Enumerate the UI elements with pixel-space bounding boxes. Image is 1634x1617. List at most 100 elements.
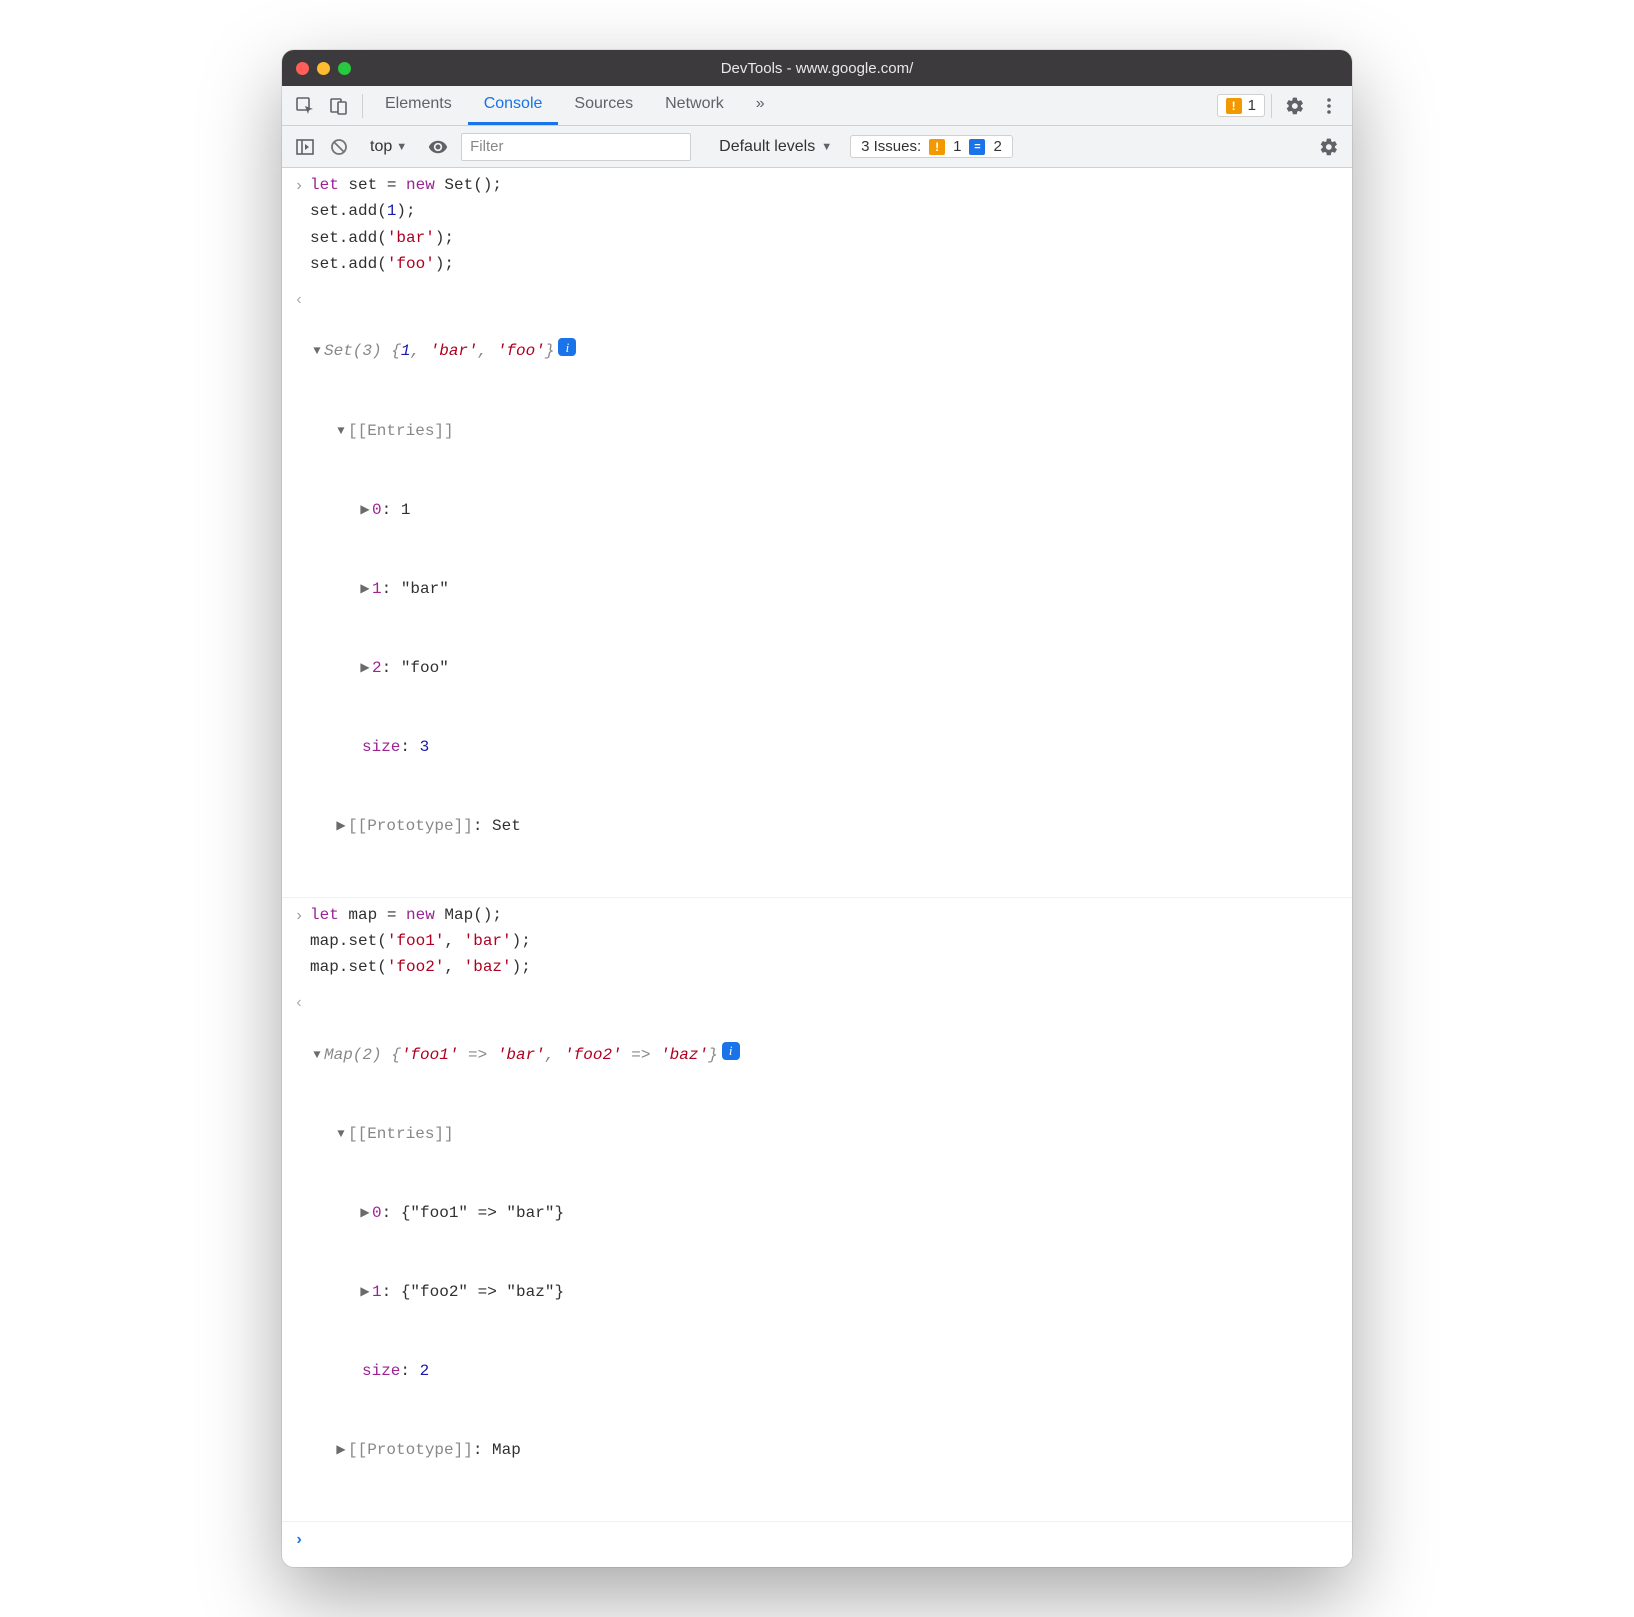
traffic-lights bbox=[296, 62, 351, 75]
entry-value: "bar" bbox=[401, 576, 449, 602]
inspect-element-icon[interactable] bbox=[288, 89, 322, 123]
entry-key: 1 bbox=[372, 576, 382, 602]
expand-toggle-icon[interactable] bbox=[358, 655, 372, 679]
separator bbox=[1271, 94, 1272, 118]
entry-value: "foo" bbox=[401, 655, 449, 681]
toggle-sidebar-icon[interactable] bbox=[290, 132, 320, 162]
entries-label: [[Entries]] bbox=[348, 418, 454, 444]
prototype-value: Map bbox=[492, 1437, 521, 1463]
devtools-window: DevTools - www.google.com/ Elements Cons… bbox=[282, 50, 1352, 1567]
device-toggle-icon[interactable] bbox=[322, 89, 356, 123]
object-summary-suffix: } bbox=[708, 1042, 718, 1068]
console-output-row: ‹ Map(2) {'foo1' => 'bar', 'foo2' => 'ba… bbox=[282, 985, 1352, 1522]
separator bbox=[362, 94, 363, 118]
prompt-marker-icon: › bbox=[288, 1526, 310, 1553]
summary-value: 'bar' bbox=[497, 1046, 545, 1064]
summary-value: 'baz' bbox=[660, 1046, 708, 1064]
size-value: 3 bbox=[420, 734, 430, 760]
issues-label: 3 Issues: bbox=[861, 138, 921, 155]
maximize-window-button[interactable] bbox=[338, 62, 351, 75]
entry-value: 1 bbox=[401, 497, 411, 523]
context-selector[interactable]: top ▼ bbox=[362, 134, 415, 160]
context-label: top bbox=[370, 138, 392, 156]
info-badge-icon[interactable]: i bbox=[558, 338, 576, 356]
output-object[interactable]: Set(3) {1, 'bar', 'foo'} i [[Entries]] 0… bbox=[310, 286, 576, 893]
expand-toggle-icon[interactable] bbox=[334, 1437, 348, 1461]
entry-key: 2 bbox=[372, 655, 382, 681]
summary-key: 'foo2' bbox=[564, 1046, 622, 1064]
warning-icon: ! bbox=[929, 139, 945, 155]
tab-elements[interactable]: Elements bbox=[369, 86, 468, 125]
expand-toggle-icon[interactable] bbox=[334, 418, 348, 442]
console-toolbar: top ▼ Default levels ▼ 3 Issues: ! 1 = 2 bbox=[282, 126, 1352, 168]
tab-sources[interactable]: Sources bbox=[558, 86, 649, 125]
tab-console[interactable]: Console bbox=[468, 86, 559, 125]
expand-toggle-icon[interactable] bbox=[334, 1121, 348, 1145]
titlebar: DevTools - www.google.com/ bbox=[282, 50, 1352, 86]
size-label: size bbox=[362, 734, 400, 760]
dropdown-icon: ▼ bbox=[396, 141, 407, 153]
main-toolbar: Elements Console Sources Network » ! 1 bbox=[282, 86, 1352, 126]
clear-console-icon[interactable] bbox=[324, 132, 354, 162]
entries-label: [[Entries]] bbox=[348, 1121, 454, 1147]
summary-item: 1 bbox=[401, 342, 411, 360]
object-summary-suffix: } bbox=[545, 338, 555, 364]
prototype-value: Set bbox=[492, 813, 521, 839]
size-label: size bbox=[362, 1358, 400, 1384]
levels-label: Default levels bbox=[719, 138, 815, 156]
input-marker-icon: › bbox=[288, 902, 310, 981]
tab-network[interactable]: Network bbox=[649, 86, 740, 125]
expand-toggle-icon[interactable] bbox=[358, 497, 372, 521]
issues-info-count: 2 bbox=[993, 138, 1001, 155]
output-object[interactable]: Map(2) {'foo1' => 'bar', 'foo2' => 'baz'… bbox=[310, 989, 740, 1517]
console-input-code[interactable]: let map = new Map(); map.set('foo1', 'ba… bbox=[310, 902, 531, 981]
expand-toggle-icon[interactable] bbox=[358, 576, 372, 600]
live-expression-icon[interactable] bbox=[423, 132, 453, 162]
expand-toggle-icon[interactable] bbox=[358, 1279, 372, 1303]
entry-value: {"foo1" => "bar"} bbox=[401, 1200, 564, 1226]
warning-icon: ! bbox=[1226, 98, 1242, 114]
window-title: DevTools - www.google.com/ bbox=[282, 60, 1352, 77]
settings-icon[interactable] bbox=[1278, 89, 1312, 123]
console-output: › let set = new Set(); set.add(1); set.a… bbox=[282, 168, 1352, 1567]
expand-toggle-icon[interactable] bbox=[334, 813, 348, 837]
summary-item: 'bar' bbox=[430, 342, 478, 360]
warnings-badge[interactable]: ! 1 bbox=[1217, 94, 1265, 117]
filter-input[interactable] bbox=[461, 133, 691, 161]
size-value: 2 bbox=[420, 1358, 430, 1384]
summary-key: 'foo1' bbox=[401, 1046, 459, 1064]
expand-toggle-icon[interactable] bbox=[310, 338, 324, 362]
object-summary-prefix: Map(2) { bbox=[324, 1042, 401, 1068]
output-marker-icon: ‹ bbox=[288, 286, 310, 893]
expand-toggle-icon[interactable] bbox=[358, 1200, 372, 1224]
console-prompt-row[interactable]: › bbox=[282, 1522, 1352, 1567]
issues-badge[interactable]: 3 Issues: ! 1 = 2 bbox=[850, 135, 1013, 158]
warning-count: 1 bbox=[1248, 97, 1256, 114]
minimize-window-button[interactable] bbox=[317, 62, 330, 75]
output-marker-icon: ‹ bbox=[288, 989, 310, 1517]
more-menu-icon[interactable] bbox=[1312, 89, 1346, 123]
log-levels-selector[interactable]: Default levels ▼ bbox=[709, 138, 842, 156]
console-input-row: › let map = new Map(); map.set('foo1', '… bbox=[282, 898, 1352, 985]
object-summary-prefix: Set(3) { bbox=[324, 342, 401, 360]
close-window-button[interactable] bbox=[296, 62, 309, 75]
console-output-row: ‹ Set(3) {1, 'bar', 'foo'} i [[Entries]]… bbox=[282, 282, 1352, 898]
console-input-code[interactable]: let set = new Set(); set.add(1); set.add… bbox=[310, 172, 502, 278]
entry-value: {"foo2" => "baz"} bbox=[401, 1279, 564, 1305]
info-icon: = bbox=[969, 139, 985, 155]
issues-warn-count: 1 bbox=[953, 138, 961, 155]
console-settings-icon[interactable] bbox=[1314, 132, 1344, 162]
expand-toggle-icon[interactable] bbox=[310, 1042, 324, 1066]
prototype-label: [[Prototype]] bbox=[348, 1437, 473, 1463]
console-input-row: › let set = new Set(); set.add(1); set.a… bbox=[282, 168, 1352, 282]
input-marker-icon: › bbox=[288, 172, 310, 278]
info-badge-icon[interactable]: i bbox=[722, 1042, 740, 1060]
entry-key: 0 bbox=[372, 497, 382, 523]
tab-bar: Elements Console Sources Network » bbox=[369, 86, 781, 125]
entry-key: 0 bbox=[372, 1200, 382, 1226]
prototype-label: [[Prototype]] bbox=[348, 813, 473, 839]
more-tabs-button[interactable]: » bbox=[740, 86, 781, 125]
dropdown-icon: ▼ bbox=[821, 141, 832, 153]
entry-key: 1 bbox=[372, 1279, 382, 1305]
summary-item: 'foo' bbox=[497, 342, 545, 360]
